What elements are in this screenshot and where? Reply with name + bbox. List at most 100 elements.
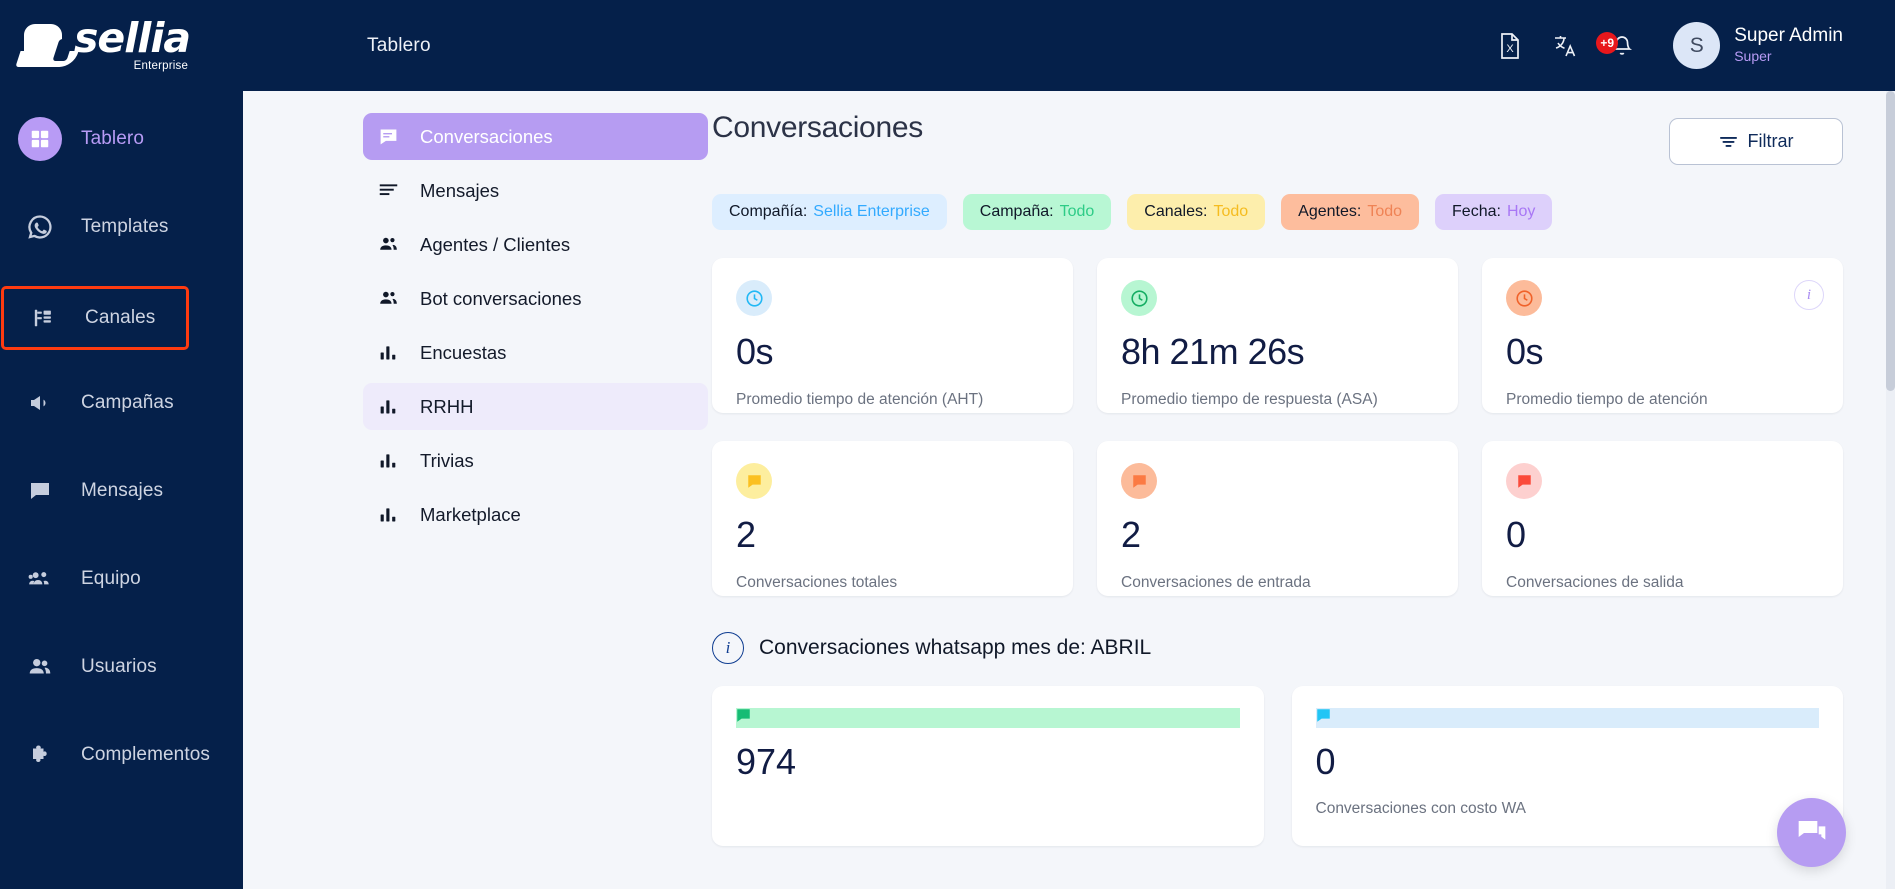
breadcrumb: Tablero	[367, 34, 431, 56]
kpi-value: 2	[1121, 514, 1141, 555]
menu-item-label: Conversaciones	[420, 125, 553, 147]
megaphone-icon	[18, 381, 62, 425]
sidebar-item-label: Mensajes	[81, 480, 164, 501]
kpi-label: Promedio tiempo de atención	[1506, 391, 1708, 408]
kpi-label: Promedio tiempo de atención (AHT)	[736, 391, 984, 408]
primary-sidebar: sellia Enterprise Tablero Templates Cana…	[0, 0, 243, 889]
menu-item-label: Trivias	[420, 449, 474, 471]
sidebar-item-canales[interactable]: Canales	[1, 286, 189, 350]
dashboard-icon	[18, 117, 62, 161]
body: Conversaciones Mensajes Agentes / Client…	[243, 91, 1895, 889]
kpi-value: 0s	[736, 331, 774, 372]
notification-badge: +9	[1596, 31, 1619, 54]
sidebar-item-tablero[interactable]: Tablero	[0, 113, 243, 165]
menu-item-trivias[interactable]: Trivias	[363, 437, 708, 484]
channels-icon	[22, 296, 66, 340]
kpi-card-salida: 0 Conversaciones de salida	[1482, 441, 1843, 596]
user-name: Super Admin	[1734, 25, 1843, 47]
sidebar-item-label: Templates	[81, 216, 169, 237]
chip-key: Fecha:	[1452, 203, 1501, 220]
excel-export-icon[interactable]: X	[1495, 31, 1525, 61]
chip-fecha[interactable]: Fecha: Hoy	[1435, 194, 1553, 230]
chip-value: Todo	[1059, 203, 1095, 220]
sidebar-item-label: Tablero	[81, 128, 145, 149]
kpi-value: 0s	[1506, 331, 1544, 372]
sidebar-nav: Tablero Templates Canales Campañas Mensa…	[0, 91, 243, 781]
brand-name: sellia	[74, 14, 191, 63]
menu-item-label: Marketplace	[420, 503, 521, 525]
scrollbar-thumb[interactable]	[1886, 91, 1895, 391]
chip-value: Todo	[1213, 203, 1249, 220]
chip-value: Hoy	[1506, 203, 1536, 220]
menu-item-rrhh[interactable]: RRHH	[363, 383, 708, 430]
sidebar-item-templates[interactable]: Templates	[0, 201, 243, 253]
wa-label: Conversaciones con costo WA	[1315, 800, 1527, 817]
kpi-card-aht: 0s Promedio tiempo de atención (AHT)	[712, 258, 1073, 413]
bars-icon	[378, 396, 404, 417]
chip-canales[interactable]: Canales: Todo	[1127, 194, 1266, 230]
menu-item-label: Encuestas	[420, 341, 507, 363]
people-icon	[378, 288, 404, 309]
chip-campana[interactable]: Campaña: Todo	[962, 194, 1112, 230]
menu-item-label: Agentes / Clientes	[420, 233, 571, 255]
clock-icon	[1121, 280, 1157, 316]
sidebar-item-campanas[interactable]: Campañas	[0, 377, 243, 429]
wa-value: 0	[1315, 741, 1336, 782]
team-icon	[18, 557, 62, 601]
menu-item-encuestas[interactable]: Encuestas	[363, 329, 708, 376]
menu-item-conversaciones[interactable]: Conversaciones	[363, 113, 708, 160]
message-icon	[1121, 463, 1157, 499]
clock-icon	[736, 280, 772, 316]
sidebar-item-label: Canales	[85, 307, 156, 328]
user-menu[interactable]: S Super Admin Super	[1673, 22, 1843, 69]
sidebar-item-label: Complementos	[81, 744, 210, 765]
info-icon[interactable]: i	[712, 632, 744, 664]
users-icon	[18, 645, 62, 689]
kpi-row-2: 2 Conversaciones totales 2 Conversacione…	[712, 441, 1843, 596]
message-icon	[1315, 708, 1819, 728]
message-icon	[736, 463, 772, 499]
menu-item-agentes-clientes[interactable]: Agentes / Clientes	[363, 221, 708, 268]
filter-icon	[1719, 136, 1737, 147]
kpi-card-totales: 2 Conversaciones totales	[712, 441, 1073, 596]
sidebar-item-mensajes[interactable]: Mensajes	[0, 465, 243, 517]
sidebar-item-label: Equipo	[81, 568, 141, 589]
top-bar: Tablero X +9 S Super Admin Super	[243, 0, 1895, 91]
menu-item-mensajes[interactable]: Mensajes	[363, 167, 708, 214]
kpi-value: 0	[1506, 514, 1526, 555]
menu-item-bot-conversaciones[interactable]: Bot conversaciones	[363, 275, 708, 322]
chat-icon	[18, 469, 62, 513]
filter-button[interactable]: Filtrar	[1669, 118, 1843, 165]
brand-logo[interactable]: sellia Enterprise	[0, 0, 243, 91]
content-header: Conversaciones Filtrar	[712, 111, 1843, 165]
message-icon	[736, 708, 1240, 728]
vertical-scrollbar[interactable]	[1886, 91, 1895, 889]
clock-icon	[1506, 280, 1542, 316]
chip-key: Compañía:	[729, 203, 808, 220]
chip-value: Todo	[1367, 203, 1403, 220]
chip-compania[interactable]: Compañía: Sellia Enterprise	[712, 194, 947, 230]
chat-box-icon	[378, 126, 404, 147]
kpi-label: Conversaciones de entrada	[1121, 574, 1311, 591]
message-icon	[1506, 463, 1542, 499]
menu-item-marketplace[interactable]: Marketplace	[363, 491, 708, 538]
kpi-value: 2	[736, 514, 756, 555]
sidebar-item-equipo[interactable]: Equipo	[0, 553, 243, 605]
chip-agentes[interactable]: Agentes: Todo	[1281, 194, 1420, 230]
notifications-bell-icon[interactable]: +9	[1596, 31, 1637, 61]
bars-icon	[378, 504, 404, 525]
kpi-label: Promedio tiempo de respuesta (ASA)	[1121, 391, 1378, 408]
translate-icon[interactable]	[1551, 31, 1581, 61]
sidebar-item-complementos[interactable]: Complementos	[0, 729, 243, 781]
menu-item-label: Mensajes	[420, 179, 500, 201]
kpi-card-atencion: i 0s Promedio tiempo de atención	[1482, 258, 1843, 413]
info-icon[interactable]: i	[1794, 280, 1824, 310]
chat-fab[interactable]	[1777, 798, 1846, 867]
kpi-row-1: 0s Promedio tiempo de atención (AHT) 8h …	[712, 258, 1843, 413]
puzzle-icon	[18, 733, 62, 777]
user-role: Super	[1734, 47, 1772, 64]
sellia-logo-icon	[15, 21, 79, 71]
chip-key: Canales:	[1144, 203, 1208, 220]
whatsapp-cards-row: 974 0 Conversaciones con costo WA	[712, 686, 1843, 846]
sidebar-item-usuarios[interactable]: Usuarios	[0, 641, 243, 693]
